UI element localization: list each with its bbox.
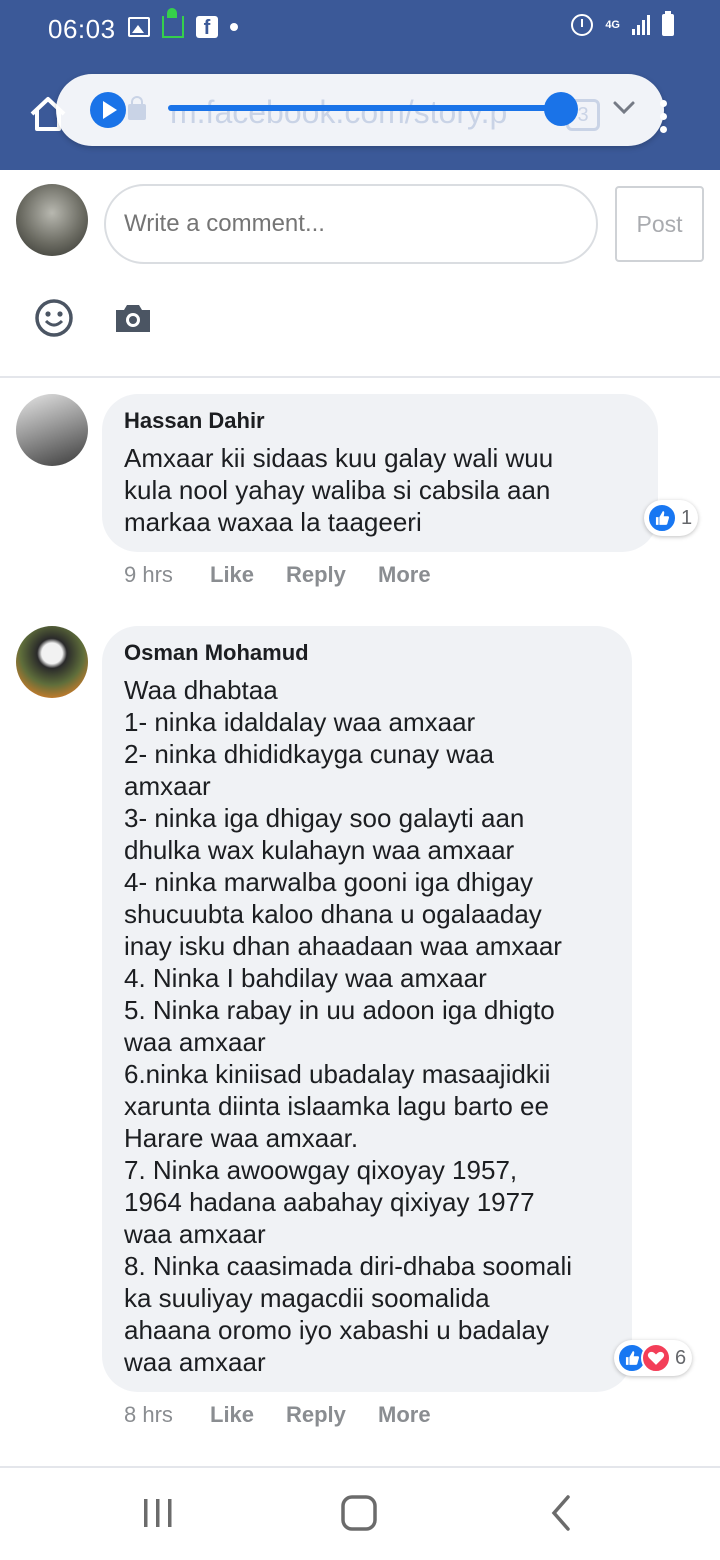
comment-input[interactable]: Write a comment...: [104, 184, 598, 264]
notification-icons: f: [128, 8, 238, 39]
comment-time: 9 hrs: [124, 562, 173, 587]
my-avatar: [16, 184, 88, 256]
reaction-summary[interactable]: 1: [644, 500, 699, 536]
more-button[interactable]: More: [378, 562, 431, 588]
media-seek-thumb[interactable]: [544, 92, 578, 126]
signal-icon: [632, 15, 650, 35]
avatar[interactable]: [16, 626, 88, 698]
divider: [0, 376, 720, 378]
status-time: 06:03: [48, 14, 116, 44]
battery-icon: [662, 11, 674, 36]
reply-button[interactable]: Reply: [286, 1402, 346, 1428]
comment-bubble: Hassan Dahir Amxaar kii sidaas kuu galay…: [102, 394, 658, 552]
like-icon: [647, 503, 677, 533]
navigation-bar: [0, 1466, 720, 1560]
like-button[interactable]: Like: [210, 562, 254, 588]
reaction-count: 6: [675, 1346, 687, 1369]
alarm-icon: [571, 14, 594, 36]
comment-author[interactable]: Hassan Dahir: [124, 408, 265, 434]
reaction-summary[interactable]: 6: [614, 1340, 693, 1376]
camera-icon[interactable]: [114, 302, 152, 334]
love-icon: [641, 1343, 671, 1373]
back-icon[interactable]: [548, 1494, 574, 1532]
play-icon[interactable]: [90, 92, 126, 128]
comment-text: Amxaar kii sidaas kuu galay wali wuu kul…: [124, 443, 554, 537]
post-button[interactable]: Post: [615, 186, 704, 262]
gallery-icon: [128, 17, 150, 37]
comment-bubble: Osman Mohamud Waa dhabtaa 1- ninka idald…: [102, 626, 632, 1392]
network-type: 4G: [605, 19, 620, 31]
lock-icon: [128, 96, 146, 120]
comment-time: 8 hrs: [124, 1402, 173, 1427]
more-button[interactable]: More: [378, 1402, 431, 1428]
emoji-icon[interactable]: [34, 298, 74, 338]
avatar[interactable]: [16, 394, 88, 466]
chevron-down-icon[interactable]: [612, 96, 636, 120]
mosque-icon: [162, 8, 184, 38]
comment-author[interactable]: Osman Mohamud: [124, 640, 309, 666]
reaction-count: 1: [681, 506, 693, 529]
facebook-icon: f: [196, 16, 218, 39]
top-bar: 06:03 f 4G m.facebook.com/story.p 3: [0, 0, 720, 170]
url-text[interactable]: m.facebook.com/story.p: [170, 94, 507, 131]
recent-apps-icon[interactable]: [142, 1496, 174, 1530]
reply-button[interactable]: Reply: [286, 562, 346, 588]
home-nav-icon[interactable]: [340, 1494, 378, 1532]
more-notifications-icon: [230, 23, 238, 31]
system-icons: 4G: [571, 11, 674, 36]
comment-text: Waa dhabtaa 1- ninka idaldalay waa amxaa…: [124, 675, 573, 1377]
media-seek-bar[interactable]: [168, 105, 564, 111]
menu-icon[interactable]: [660, 100, 668, 139]
like-button[interactable]: Like: [210, 1402, 254, 1428]
